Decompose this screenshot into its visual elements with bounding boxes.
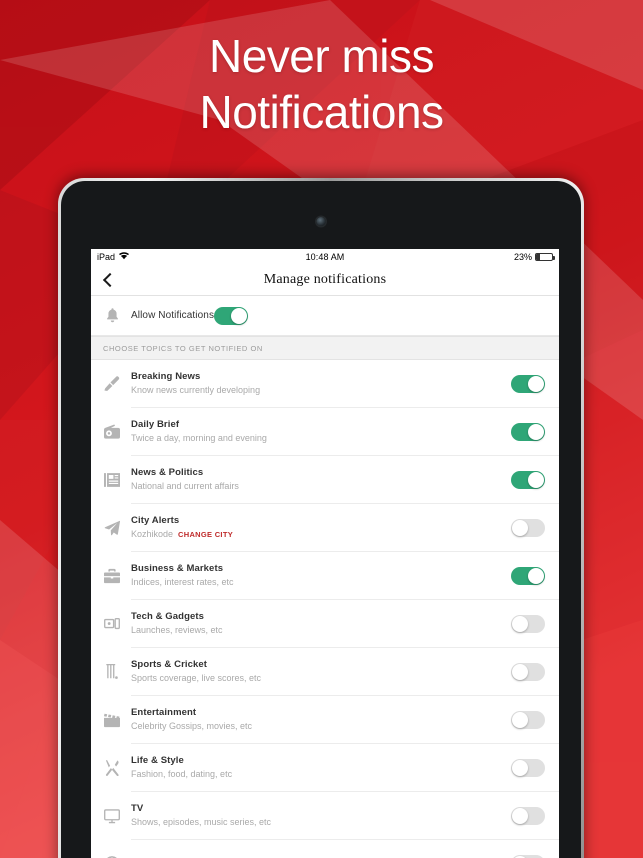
topic-row[interactable]: Entertainment Celebrity Gossips, movies, … [91, 696, 559, 743]
topic-subtitle: Celebrity Gossips, movies, etc [131, 721, 253, 731]
topic-subtitle-wrap: Kozhikode CHANGE CITY [131, 528, 511, 541]
topic-subtitle: Shows, episodes, music series, etc [131, 817, 272, 827]
topic-toggle[interactable] [511, 854, 545, 858]
topic-row[interactable]: Business & Markets Indices, interest rate… [91, 552, 559, 599]
topic-subtitle: Launches, reviews, etc [131, 625, 223, 635]
topic-subtitle-wrap: Shows, episodes, music series, etc [131, 816, 511, 829]
allow-notifications-label: Allow Notifications [131, 310, 215, 321]
topic-row[interactable]: Tech & Gadgets Launches, reviews, etc [91, 600, 559, 647]
topic-texts: Tech & Gadgets Launches, reviews, etc [123, 610, 511, 637]
topic-texts: City Alerts Kozhikode CHANGE CITY [123, 514, 511, 541]
paper-plane-icon [101, 520, 123, 536]
topic-toggle[interactable] [511, 710, 545, 729]
topic-row[interactable]: Daily Brief Twice a day, morning and even… [91, 408, 559, 455]
battery-percent-label: 23% [513, 252, 532, 262]
topic-toggle[interactable] [511, 374, 545, 393]
status-bar: iPad 10:48 AM 23% [91, 249, 559, 265]
topic-title: Breaking News [131, 371, 201, 382]
topic-row[interactable]: Sports & Cricket Sports coverage, live sc… [91, 648, 559, 695]
topic-subtitle: Know news currently developing [131, 385, 261, 395]
devices-icon [101, 616, 123, 632]
topic-subtitle: Indices, interest rates, etc [131, 577, 234, 587]
topic-title: Life & Style [131, 755, 184, 766]
topic-toggle[interactable] [511, 566, 545, 585]
topic-subtitle: Kozhikode [131, 529, 174, 539]
topic-row[interactable]: News & Politics National and current affa… [91, 456, 559, 503]
topic-texts: Entertainment Celebrity Gossips, movies, … [123, 706, 511, 733]
radio-icon [101, 423, 123, 440]
topic-toggle[interactable] [511, 662, 545, 681]
topic-toggle[interactable] [511, 470, 545, 489]
topic-title: Business & Markets [131, 563, 224, 574]
status-bar-right: 23% [513, 252, 555, 262]
topic-subtitle-wrap: Indices, interest rates, etc [131, 576, 511, 589]
topic-subtitle: Fashion, food, dating, etc [131, 769, 233, 779]
topic-toggle[interactable] [511, 518, 545, 537]
topic-title: Entertainment [131, 707, 197, 718]
change-city-button[interactable]: CHANGE CITY [178, 528, 233, 541]
front-camera-icon [316, 217, 326, 226]
topic-texts: Life & Style Fashion, food, dating, etc [123, 754, 511, 781]
bell-icon [101, 308, 123, 323]
tablet-device: iPad 10:48 AM 23% Manage notifications A… [58, 178, 584, 858]
settings-list[interactable]: Allow Notifications CHOOSE TOPICS TO GET… [91, 296, 559, 858]
topic-texts: Breaking News Know news currently develop… [123, 370, 511, 397]
topic-rows-container: Breaking News Know news currently develop… [91, 360, 559, 858]
topic-texts: Business & Markets Indices, interest rate… [123, 562, 511, 589]
topic-toggle[interactable] [511, 422, 545, 441]
topic-texts: News & Politics National and current affa… [123, 466, 511, 493]
fork-spoon-icon [101, 759, 123, 776]
topic-toggle[interactable] [511, 758, 545, 777]
topic-subtitle-wrap: National and current affairs [131, 480, 511, 493]
topic-subtitle-wrap: Twice a day, morning and evening [131, 432, 511, 445]
headline-line-2: Notifications [199, 86, 444, 138]
row-allow-notifications[interactable]: Allow Notifications [91, 296, 559, 336]
topic-subtitle-wrap: Know news currently developing [131, 384, 511, 397]
topic-row[interactable]: Life & Style Fashion, food, dating, etc [91, 744, 559, 791]
promo-headline: Never miss Notifications [0, 28, 643, 140]
topic-title: News & Politics [131, 467, 204, 478]
topic-texts: Sports & Cricket Sports coverage, live sc… [123, 658, 511, 685]
topic-title: Tech & Gadgets [131, 611, 205, 622]
topic-texts: Daily Brief Twice a day, morning and even… [123, 418, 511, 445]
newspaper-icon [101, 472, 123, 488]
cricket-stumps-icon [101, 663, 123, 680]
page-title: Manage notifications [263, 272, 387, 287]
topic-subtitle-wrap: Celebrity Gossips, movies, etc [131, 720, 511, 733]
topic-row[interactable]: City Alerts Kozhikode CHANGE CITY [91, 504, 559, 551]
topic-subtitle: Twice a day, morning and evening [131, 433, 267, 443]
section-header-topics: CHOOSE TOPICS TO GET NOTIFIED ON [91, 336, 559, 360]
topic-subtitle-wrap: Launches, reviews, etc [131, 624, 511, 637]
topic-texts: TV Shows, episodes, music series, etc [123, 802, 511, 829]
topic-row[interactable]: World [91, 840, 559, 858]
topic-title: City Alerts [131, 515, 180, 526]
topic-row[interactable]: TV Shows, episodes, music series, etc [91, 792, 559, 839]
clapperboard-icon [101, 712, 123, 728]
topic-subtitle-wrap: Sports coverage, live scores, etc [131, 672, 511, 685]
nav-bar: Manage notifications [91, 265, 559, 296]
topic-subtitle: National and current affairs [131, 481, 239, 491]
allow-notifications-toggle[interactable] [214, 306, 249, 325]
promo-screenshot: Never miss Notifications iPad 10:48 AM 2… [0, 0, 643, 858]
topic-title: Daily Brief [131, 419, 180, 430]
topic-title: Sports & Cricket [131, 659, 208, 670]
topic-subtitle: Sports coverage, live scores, etc [131, 673, 262, 683]
briefcase-icon [101, 568, 123, 584]
topic-toggle[interactable] [511, 614, 545, 633]
status-bar-time: 10:48 AM [305, 252, 345, 262]
topic-subtitle-wrap: Fashion, food, dating, etc [131, 768, 511, 781]
battery-icon [535, 253, 555, 261]
microphone-icon [101, 375, 123, 392]
tablet-screen: iPad 10:48 AM 23% Manage notifications A… [91, 249, 559, 858]
topic-toggle[interactable] [511, 806, 545, 825]
topic-row[interactable]: Breaking News Know news currently develop… [91, 360, 559, 407]
headline-line-1: Never miss [208, 30, 435, 82]
topic-title: TV [131, 803, 144, 814]
tablet-bezel: iPad 10:48 AM 23% Manage notifications A… [61, 181, 581, 858]
tv-icon [101, 808, 123, 824]
